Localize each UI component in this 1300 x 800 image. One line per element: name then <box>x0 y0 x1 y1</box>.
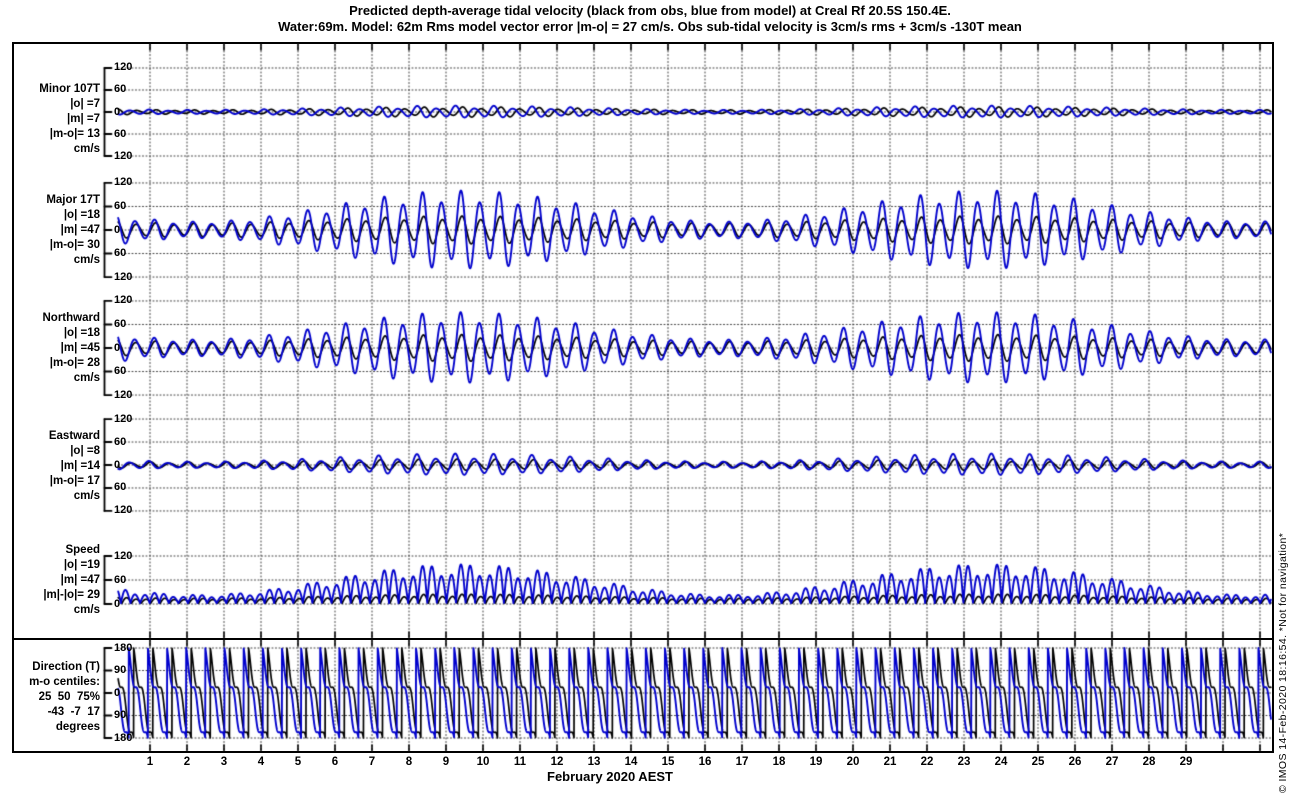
y-tick-label: 120 <box>114 270 133 283</box>
x-tick-label: 29 <box>1179 756 1193 768</box>
panel-label-line: |m| =47 <box>60 574 100 586</box>
x-tick-label: 25 <box>1031 756 1045 768</box>
y-tick-label: 60 <box>114 365 127 378</box>
x-tick-label: 2 <box>183 756 191 768</box>
x-tick-label: 27 <box>1105 756 1119 768</box>
panel-label-line: cm/s <box>73 604 100 616</box>
panel-label-line: Minor 107T <box>39 83 100 95</box>
y-tick-label: 120 <box>114 176 133 189</box>
panel-label-major-velocity: Major 17T |o| =18 |m| =47 |m-o|= 30 cm/s <box>4 193 100 268</box>
panel-label-line: |m-o|= 30 <box>49 239 100 251</box>
panel-label-line: cm/s <box>73 143 100 155</box>
panel-label-line: |o| =19 <box>63 559 100 571</box>
panel-label-line: Major 17T <box>46 194 100 206</box>
x-tick-label: 21 <box>883 756 897 768</box>
y-tick-label: 0 <box>114 686 121 699</box>
y-tick-label: 60 <box>114 435 127 448</box>
x-tick-label: 28 <box>1142 756 1156 768</box>
panel-label-line: |o| =7 <box>70 98 100 110</box>
panel-label-line: |o| =18 <box>63 327 100 339</box>
panel-label-line: cm/s <box>73 372 100 384</box>
tidal-velocity-figure: Predicted depth-average tidal velocity (… <box>0 0 1300 800</box>
panel-label-line: Speed <box>65 544 100 556</box>
panel-label-line: |m| =45 <box>60 342 100 354</box>
y-tick-label: 120 <box>114 412 133 425</box>
panel-label-line: |m| =7 <box>67 113 100 125</box>
x-tick-label: 26 <box>1068 756 1082 768</box>
panel-label-line: degrees <box>55 721 100 733</box>
y-tick-label: 60 <box>114 83 127 96</box>
panel-label-line: |m| =47 <box>60 224 100 236</box>
panel-label-line: |o| =18 <box>63 209 100 221</box>
plot-canvas <box>0 0 1300 800</box>
panel-label-minor-velocity: Minor 107T |o| =7 |m| =7 |m-o|= 13 cm/s <box>4 82 100 157</box>
panel-label-northward-velocity: Northward |o| =18 |m| =45 |m-o|= 28 cm/s <box>4 311 101 386</box>
x-tick-label: 16 <box>698 756 712 768</box>
panel-label-line: Eastward <box>48 430 100 442</box>
x-tick-label: 20 <box>846 756 860 768</box>
y-tick-label: 60 <box>114 317 127 330</box>
y-tick-label: 120 <box>114 549 133 562</box>
panel-label-eastward-velocity: Eastward |o| =8 |m| =14 |m-o|= 17 cm/s <box>4 429 100 504</box>
y-tick-label: 90 <box>114 664 127 676</box>
x-tick-label: 8 <box>405 756 413 768</box>
panel-label-speed: Speed |o| =19 |m| =47 |m|-|o|= 29 cm/s <box>4 543 100 618</box>
x-tick-label: 15 <box>661 756 675 768</box>
y-tick-label: 120 <box>114 149 133 162</box>
y-tick-label: 0 <box>114 597 121 610</box>
panel-label-line: -43 -7 17 <box>47 706 100 718</box>
x-tick-label: 13 <box>587 756 601 768</box>
x-tick-label: 3 <box>220 756 228 768</box>
x-tick-label: 4 <box>257 756 265 768</box>
y-tick-label: 0 <box>114 341 121 354</box>
panel-label-line: |o| =8 <box>70 445 100 457</box>
panel-label-line: m-o centiles: <box>29 676 100 688</box>
x-tick-label: 7 <box>368 756 376 768</box>
x-tick-label: 19 <box>809 756 823 768</box>
x-tick-label: 10 <box>476 756 490 768</box>
panel-label-line: |m-o|= 13 <box>49 128 100 140</box>
y-tick-label: 180 <box>114 641 133 654</box>
x-tick-label: 5 <box>294 756 302 768</box>
y-tick-label: 120 <box>114 388 133 401</box>
panel-label-line: 25 50 75% <box>38 691 100 703</box>
x-tick-label: 23 <box>957 756 971 768</box>
x-axis-title: February 2020 AEST <box>547 769 673 784</box>
y-tick-label: 0 <box>114 223 121 236</box>
y-tick-label: 180 <box>114 731 133 744</box>
x-tick-label: 22 <box>920 756 934 768</box>
panel-label-line: Direction (T) <box>32 661 100 673</box>
y-tick-label: 90 <box>114 709 127 721</box>
panel-label-line: |m| =14 <box>60 460 100 472</box>
panel-label-line: Northward <box>42 312 101 324</box>
y-tick-label: 0 <box>114 458 121 471</box>
y-tick-label: 60 <box>114 481 127 494</box>
panel-label-line: |m-o|= 28 <box>49 357 100 369</box>
x-tick-label: 14 <box>624 756 638 768</box>
panel-label-line: cm/s <box>73 254 100 266</box>
y-tick-label: 0 <box>114 105 121 118</box>
panel-label-direction: Direction (T) m-o centiles: 25 50 75% -43 -… <box>4 660 100 735</box>
y-tick-label: 60 <box>114 573 127 586</box>
panel-label-line: cm/s <box>73 490 100 502</box>
copyright-watermark: © IMOS 14-Feb-2020 18:16:54. *Not for na… <box>1277 532 1289 793</box>
x-tick-label: 11 <box>513 756 527 768</box>
y-tick-label: 60 <box>114 247 127 260</box>
x-tick-label: 6 <box>331 756 339 768</box>
y-tick-label: 120 <box>114 294 133 307</box>
y-tick-label: 60 <box>114 199 127 212</box>
x-tick-label: 1 <box>146 756 154 768</box>
x-tick-label: 12 <box>550 756 564 768</box>
y-tick-label: 120 <box>114 61 133 74</box>
x-tick-label: 17 <box>735 756 749 768</box>
panel-label-line: |m-o|= 17 <box>49 475 100 487</box>
y-tick-label: 60 <box>114 127 127 140</box>
y-tick-label: 120 <box>114 504 133 517</box>
x-tick-label: 9 <box>442 756 450 768</box>
panel-label-line: |m|-|o|= 29 <box>43 589 100 601</box>
x-tick-label: 18 <box>772 756 786 768</box>
x-tick-label: 24 <box>994 756 1008 768</box>
